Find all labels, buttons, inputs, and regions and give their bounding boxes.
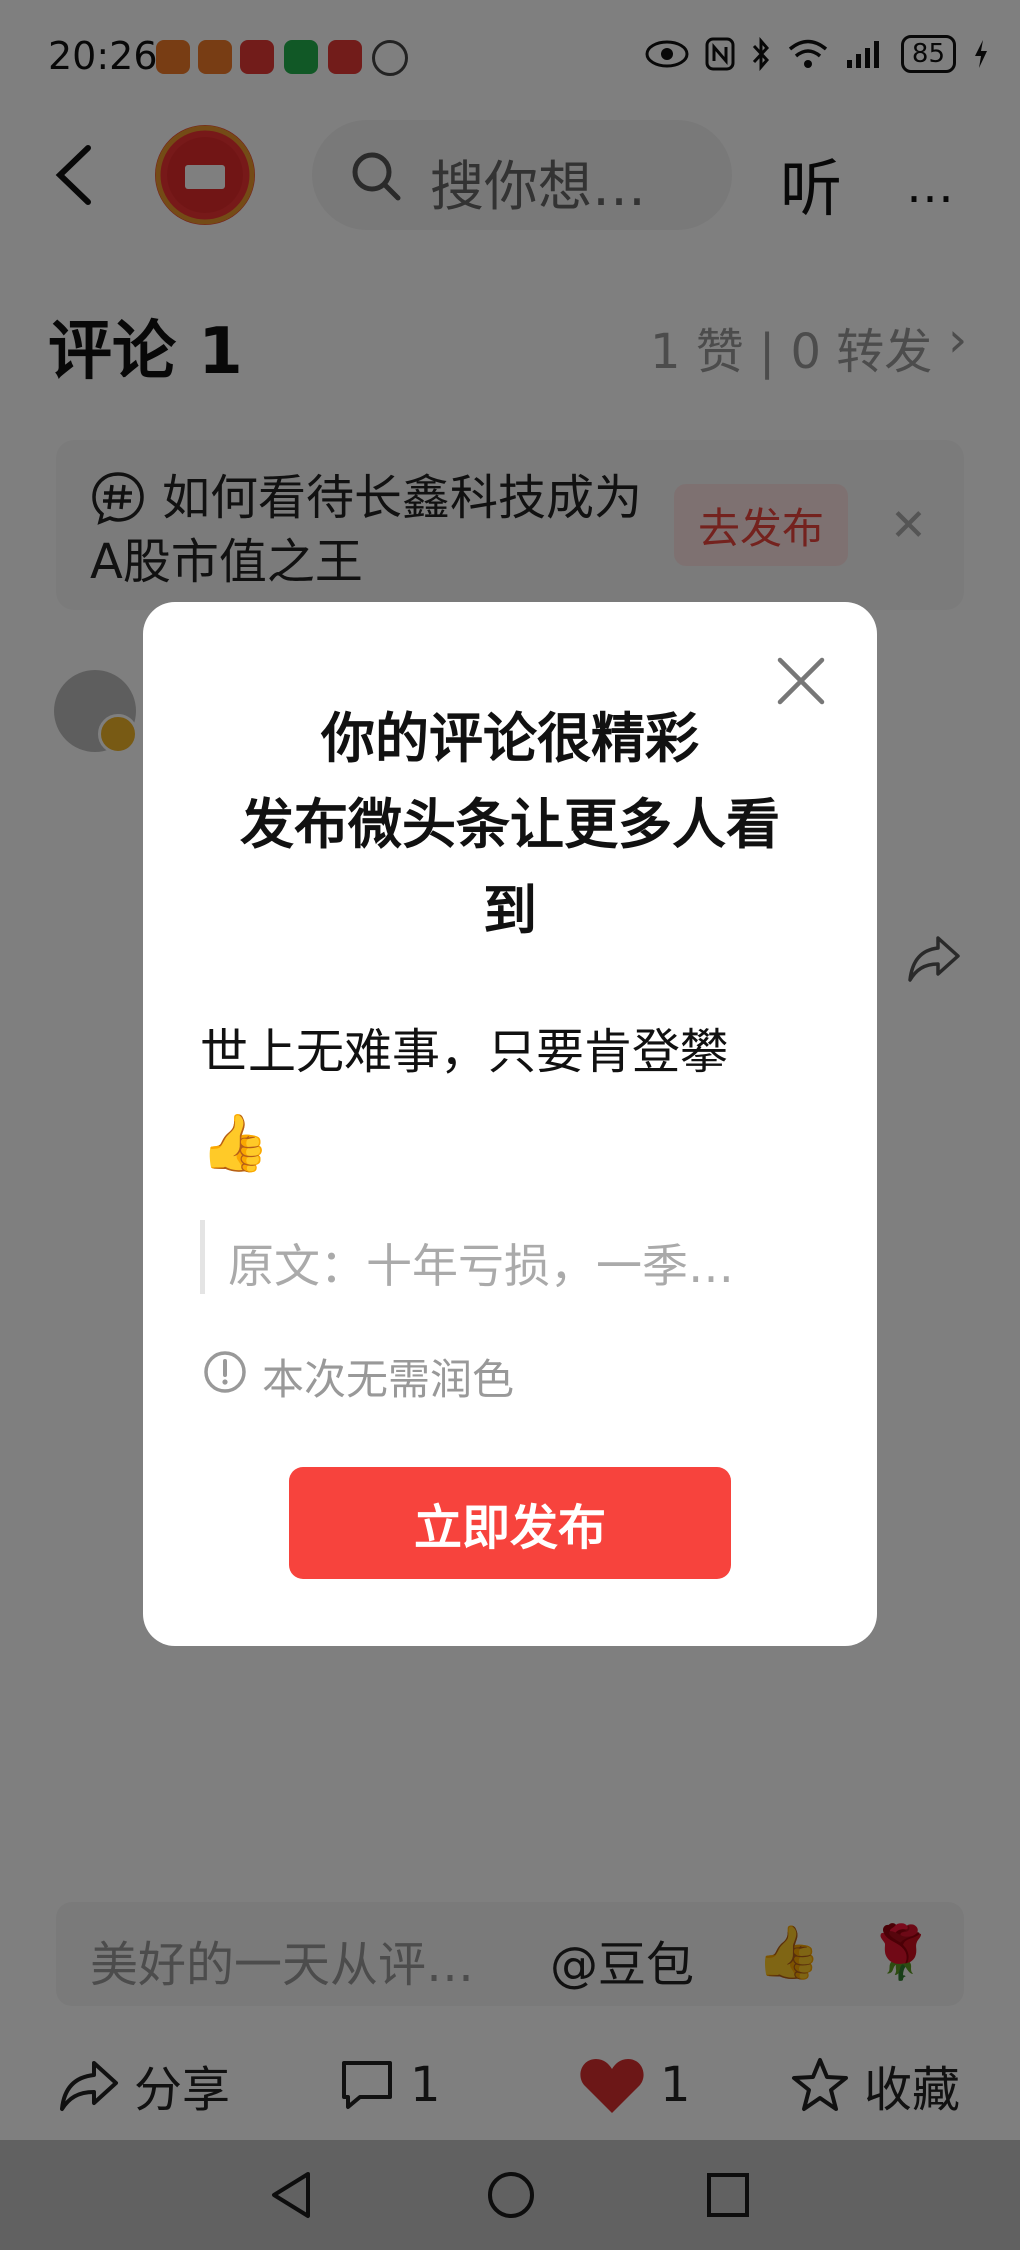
polish-notice: 本次无需润色	[262, 1355, 515, 1404]
original-text-quote: 原文：十年亏损，一季…	[228, 1239, 734, 1293]
info-icon	[204, 1351, 246, 1393]
dialog-title: 你的评论很精彩 发布微头条让更多人看 到	[143, 696, 877, 954]
dialog-title-line: 发布微头条让更多人看	[240, 793, 780, 856]
publish-now-button[interactable]: 立即发布	[289, 1467, 731, 1579]
dialog-title-line: 你的评论很精彩	[321, 707, 699, 770]
thumbs-up-emoji: 👍	[200, 1111, 270, 1176]
comment-text: 世上无难事，只要肯登攀	[200, 1024, 729, 1080]
dialog-title-line: 到	[483, 879, 537, 942]
nav-bar-dim	[0, 2140, 1020, 2250]
